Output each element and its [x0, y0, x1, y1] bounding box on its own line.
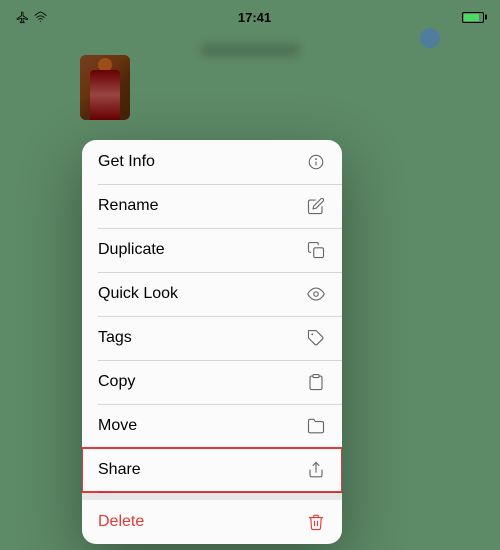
status-time: 17:41 [238, 10, 271, 25]
menu-item-copy[interactable]: Copy [82, 360, 342, 404]
battery-indicator [462, 12, 484, 23]
menu-item-rename[interactable]: Rename [82, 184, 342, 228]
status-right [462, 12, 484, 23]
menu-item-share[interactable]: Share [82, 448, 342, 492]
status-bar: 17:41 [0, 0, 500, 28]
menu-label-delete: Delete [98, 513, 144, 531]
menu-label-duplicate: Duplicate [98, 241, 165, 259]
menu-divider [82, 492, 342, 500]
menu-item-quick-look[interactable]: Quick Look [82, 272, 342, 316]
share-icon [306, 460, 326, 480]
duplicate-icon [306, 240, 326, 260]
eye-icon [306, 284, 326, 304]
menu-item-delete[interactable]: Delete [82, 500, 342, 544]
menu-item-get-info[interactable]: Get Info [82, 140, 342, 184]
pencil-icon [306, 196, 326, 216]
menu-label-copy: Copy [98, 373, 135, 391]
folder-icon [306, 416, 326, 436]
context-menu: Get Info Rename Duplicate Quick Look Tag… [82, 140, 342, 544]
tag-icon [306, 328, 326, 348]
menu-label-rename: Rename [98, 197, 158, 215]
wifi-icon [34, 11, 47, 24]
menu-label-share: Share [98, 461, 141, 479]
airplane-icon [16, 11, 29, 24]
status-left [16, 11, 47, 24]
menu-item-tags[interactable]: Tags [82, 316, 342, 360]
menu-item-move[interactable]: Move [82, 404, 342, 448]
copy-icon [306, 372, 326, 392]
menu-label-tags: Tags [98, 329, 132, 347]
menu-label-quick-look: Quick Look [98, 285, 178, 303]
trash-icon [306, 512, 326, 532]
menu-label-get-info: Get Info [98, 153, 155, 171]
menu-label-move: Move [98, 417, 137, 435]
menu-item-duplicate[interactable]: Duplicate [82, 228, 342, 272]
battery-fill [464, 14, 479, 21]
info-icon [306, 152, 326, 172]
